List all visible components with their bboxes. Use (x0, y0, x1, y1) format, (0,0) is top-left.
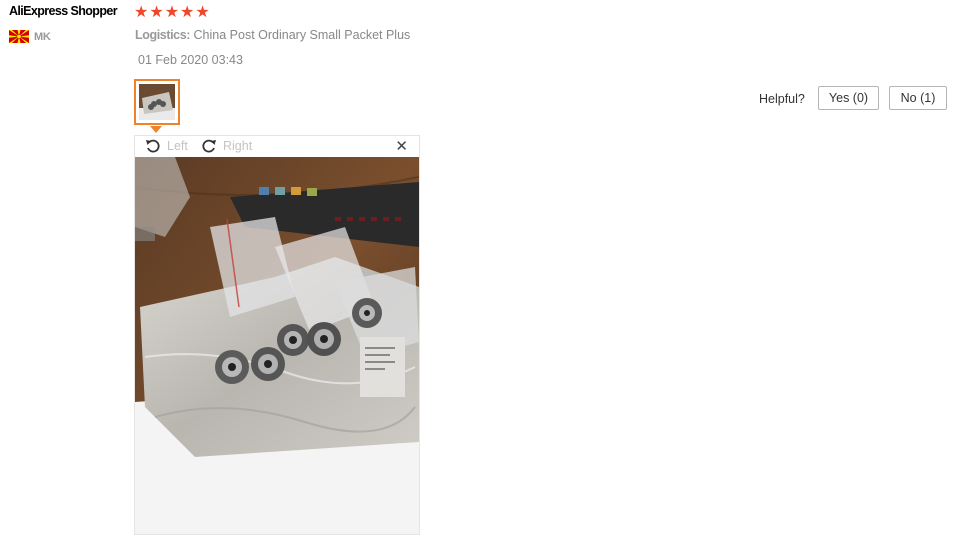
rotate-left-icon (146, 139, 160, 153)
photo-viewer-toolbar: Left Right ✕ (135, 136, 419, 157)
star-icon: ★ (164, 2, 180, 21)
star-icon: ★ (195, 2, 210, 21)
country-code: MK (34, 31, 51, 43)
star-icon: ★ (134, 2, 149, 21)
helpful-yes-button[interactable]: Yes (0) (818, 86, 879, 110)
rating-stars: ★ ★ ★ ★ ★ (134, 3, 210, 21)
logistics-value: China Post Ordinary Small Packet Plus (193, 28, 411, 42)
review-photo-thumbnail[interactable] (134, 79, 180, 125)
star-icon: ★ (180, 2, 195, 21)
review-photo (135, 157, 419, 534)
rotate-left-label: Left (167, 139, 188, 153)
thumbnail-pointer (150, 126, 162, 133)
rotate-left-button[interactable]: Left (145, 138, 188, 154)
helpful-label: Helpful? (759, 92, 805, 106)
thumbnail-photo (139, 84, 175, 120)
rotate-right-button[interactable]: Right (201, 138, 252, 154)
close-viewer-button[interactable]: ✕ (395, 137, 408, 155)
rotate-right-icon (202, 139, 216, 153)
logistics-info: Logistics: China Post Ordinary Small Pac… (135, 28, 410, 42)
logistics-label: Logistics: (135, 28, 191, 42)
review-date: 01 Feb 2020 03:43 (138, 53, 243, 67)
review-photo-large (135, 157, 419, 534)
star-icon: ★ (149, 2, 164, 21)
helpful-no-button[interactable]: No (1) (889, 86, 947, 110)
north-macedonia-flag-icon (9, 30, 29, 43)
photo-viewer: Left Right ✕ (134, 135, 420, 535)
reviewer-name: AliExpress Shopper (9, 4, 118, 18)
rotate-right-label: Right (223, 139, 253, 153)
